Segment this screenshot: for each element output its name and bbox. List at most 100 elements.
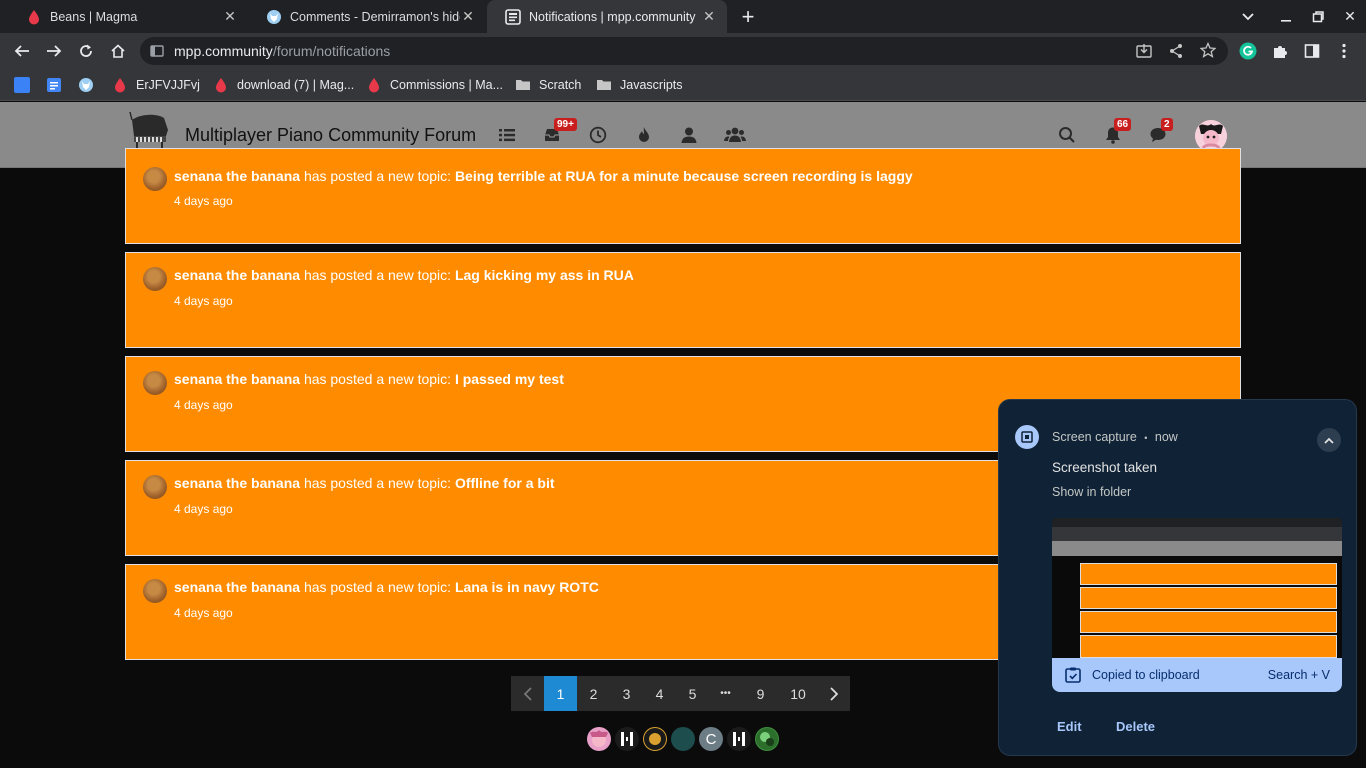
notification-action: has posted a new topic: <box>303 371 452 387</box>
bookmark-label: Javascripts <box>620 78 683 92</box>
notification-user[interactable]: senana the banana <box>174 475 300 491</box>
chrome-menu-icon[interactable] <box>1330 37 1358 65</box>
screen-capture-notification: Screen capture • now Screenshot taken Sh… <box>998 399 1357 756</box>
page-1[interactable]: 1 <box>544 676 577 711</box>
pagination: 1 2 3 4 5 ••• 9 10 <box>511 676 850 711</box>
screenshot-thumbnail[interactable] <box>1052 518 1342 658</box>
collapse-chevron-icon[interactable] <box>1317 428 1341 452</box>
online-user-avatar[interactable]: C <box>699 727 723 751</box>
popular-fire-icon[interactable] <box>635 126 655 146</box>
bookmark-label: ErJFVJJFvj <box>136 78 200 92</box>
users-icon[interactable] <box>680 126 700 146</box>
close-window-icon[interactable]: ✕ <box>1334 0 1366 33</box>
notification-item[interactable]: senana the banana has posted a new topic… <box>125 252 1241 348</box>
reload-icon[interactable] <box>72 37 100 65</box>
notification-text: senana the banana has posted a new topic… <box>174 371 564 387</box>
forum-title[interactable]: Multiplayer Piano Community Forum <box>185 125 476 146</box>
magma-icon <box>112 77 128 93</box>
page-ellipsis[interactable]: ••• <box>709 676 742 711</box>
grammarly-icon[interactable] <box>1234 37 1262 65</box>
user-avatar-icon[interactable] <box>143 167 167 191</box>
user-avatar-icon[interactable] <box>143 267 167 291</box>
page-4[interactable]: 4 <box>643 676 676 711</box>
page-5[interactable]: 5 <box>676 676 709 711</box>
tab-beans-magma[interactable]: Beans | Magma ✕ <box>8 0 248 33</box>
share-icon[interactable] <box>1168 43 1184 64</box>
copied-to-clipboard-bar[interactable]: Copied to clipboard Search + V <box>1052 658 1342 692</box>
wolf-icon <box>78 77 94 93</box>
bookmark-download-7[interactable]: download (7) | Mag... <box>213 76 354 94</box>
delete-button[interactable]: Delete <box>1116 719 1155 734</box>
tab-strip: Beans | Magma ✕ Comments - Demirramon's … <box>0 0 1366 33</box>
search-icon[interactable] <box>1058 126 1078 146</box>
close-tab-icon[interactable]: ✕ <box>701 8 717 25</box>
tab-search-chevron-icon[interactable] <box>1232 0 1264 33</box>
user-avatar-icon[interactable] <box>143 579 167 603</box>
recent-clock-icon[interactable] <box>589 126 609 146</box>
site-info-icon[interactable] <box>150 44 164 63</box>
browser-toolbar: mpp.community/forum/notifications <box>0 33 1366 69</box>
bookmarks-bar: ErJFVJJFvj download (7) | Mag... Commiss… <box>0 69 1366 101</box>
document-icon <box>505 8 521 25</box>
notification-item[interactable]: senana the banana has posted a new topic… <box>125 148 1241 244</box>
groups-icon[interactable] <box>724 126 746 146</box>
user-avatar-icon[interactable] <box>143 475 167 499</box>
side-panel-icon[interactable] <box>1298 37 1326 65</box>
notification-topic[interactable]: Lana is in navy ROTC <box>455 579 599 595</box>
notification-text: senana the banana has posted a new topic… <box>174 475 555 491</box>
bookmark-docs[interactable] <box>46 76 70 94</box>
home-icon[interactable] <box>104 37 132 65</box>
minimize-icon[interactable] <box>1270 0 1302 33</box>
bookmark-star-icon[interactable] <box>1199 41 1217 63</box>
folder-icon <box>515 77 531 93</box>
bookmark-folder-scratch[interactable]: Scratch <box>515 76 581 94</box>
page-9[interactable]: 9 <box>742 676 779 711</box>
tab-comments[interactable]: Comments - Demirramon's hide( ✕ <box>248 0 486 33</box>
url-text[interactable]: mpp.community/forum/notifications <box>174 43 390 59</box>
show-in-folder-link[interactable]: Show in folder <box>1052 485 1131 499</box>
clipboard-text: Copied to clipboard <box>1092 668 1200 682</box>
page-3[interactable]: 3 <box>610 676 643 711</box>
notification-topic[interactable]: Lag kicking my ass in RUA <box>455 267 634 283</box>
source-name: Screen capture <box>1052 430 1137 444</box>
folder-icon <box>596 77 612 93</box>
bookmark-folder-javascripts[interactable]: Javascripts <box>596 76 683 94</box>
bookmark-label: Scratch <box>539 78 582 92</box>
tab-title: Comments - Demirramon's hide( <box>290 9 460 24</box>
install-app-icon[interactable] <box>1136 43 1152 64</box>
page-2[interactable]: 2 <box>577 676 610 711</box>
back-arrow-icon[interactable] <box>8 37 36 65</box>
bookmark-erjfvjjfvj[interactable]: ErJFVJJFvj <box>112 76 200 94</box>
restore-icon[interactable] <box>1302 0 1334 33</box>
online-user-avatar[interactable] <box>671 727 695 751</box>
tab-notifications[interactable]: Notifications | mpp.community ✕ <box>487 0 727 33</box>
categories-list-icon[interactable] <box>498 126 518 146</box>
notification-user[interactable]: senana the banana <box>174 267 300 283</box>
notification-user[interactable]: senana the banana <box>174 579 300 595</box>
notifications-count-badge: 66 <box>1114 118 1132 131</box>
close-tab-icon[interactable]: ✕ <box>222 8 238 25</box>
online-user-avatar[interactable] <box>727 727 751 751</box>
online-user-avatar[interactable] <box>643 727 667 751</box>
notification-topic[interactable]: I passed my test <box>455 371 564 387</box>
page-10[interactable]: 10 <box>779 676 817 711</box>
close-tab-icon[interactable]: ✕ <box>460 8 476 25</box>
bookmark-commissions[interactable]: Commissions | Ma... <box>366 76 503 94</box>
forward-arrow-icon[interactable] <box>40 37 68 65</box>
notification-user[interactable]: senana the banana <box>174 168 300 184</box>
new-tab-plus-icon[interactable]: + <box>732 0 764 33</box>
notification-user[interactable]: senana the banana <box>174 371 300 387</box>
online-user-avatar[interactable] <box>587 727 611 751</box>
online-user-avatar[interactable] <box>615 727 639 751</box>
edit-button[interactable]: Edit <box>1057 719 1082 734</box>
notification-topic[interactable]: Offline for a bit <box>455 475 555 491</box>
user-avatar-icon[interactable] <box>143 371 167 395</box>
next-page-chevron-icon[interactable] <box>817 676 850 711</box>
bookmark-app[interactable] <box>14 76 38 94</box>
address-bar[interactable]: mpp.community/forum/notifications <box>140 37 1228 65</box>
prev-page-chevron-icon[interactable] <box>511 676 544 711</box>
online-user-avatar[interactable] <box>755 727 779 751</box>
bookmark-wolf[interactable] <box>78 76 102 94</box>
extensions-puzzle-icon[interactable] <box>1266 37 1294 65</box>
notification-topic[interactable]: Being terrible at RUA for a minute becau… <box>455 168 913 184</box>
